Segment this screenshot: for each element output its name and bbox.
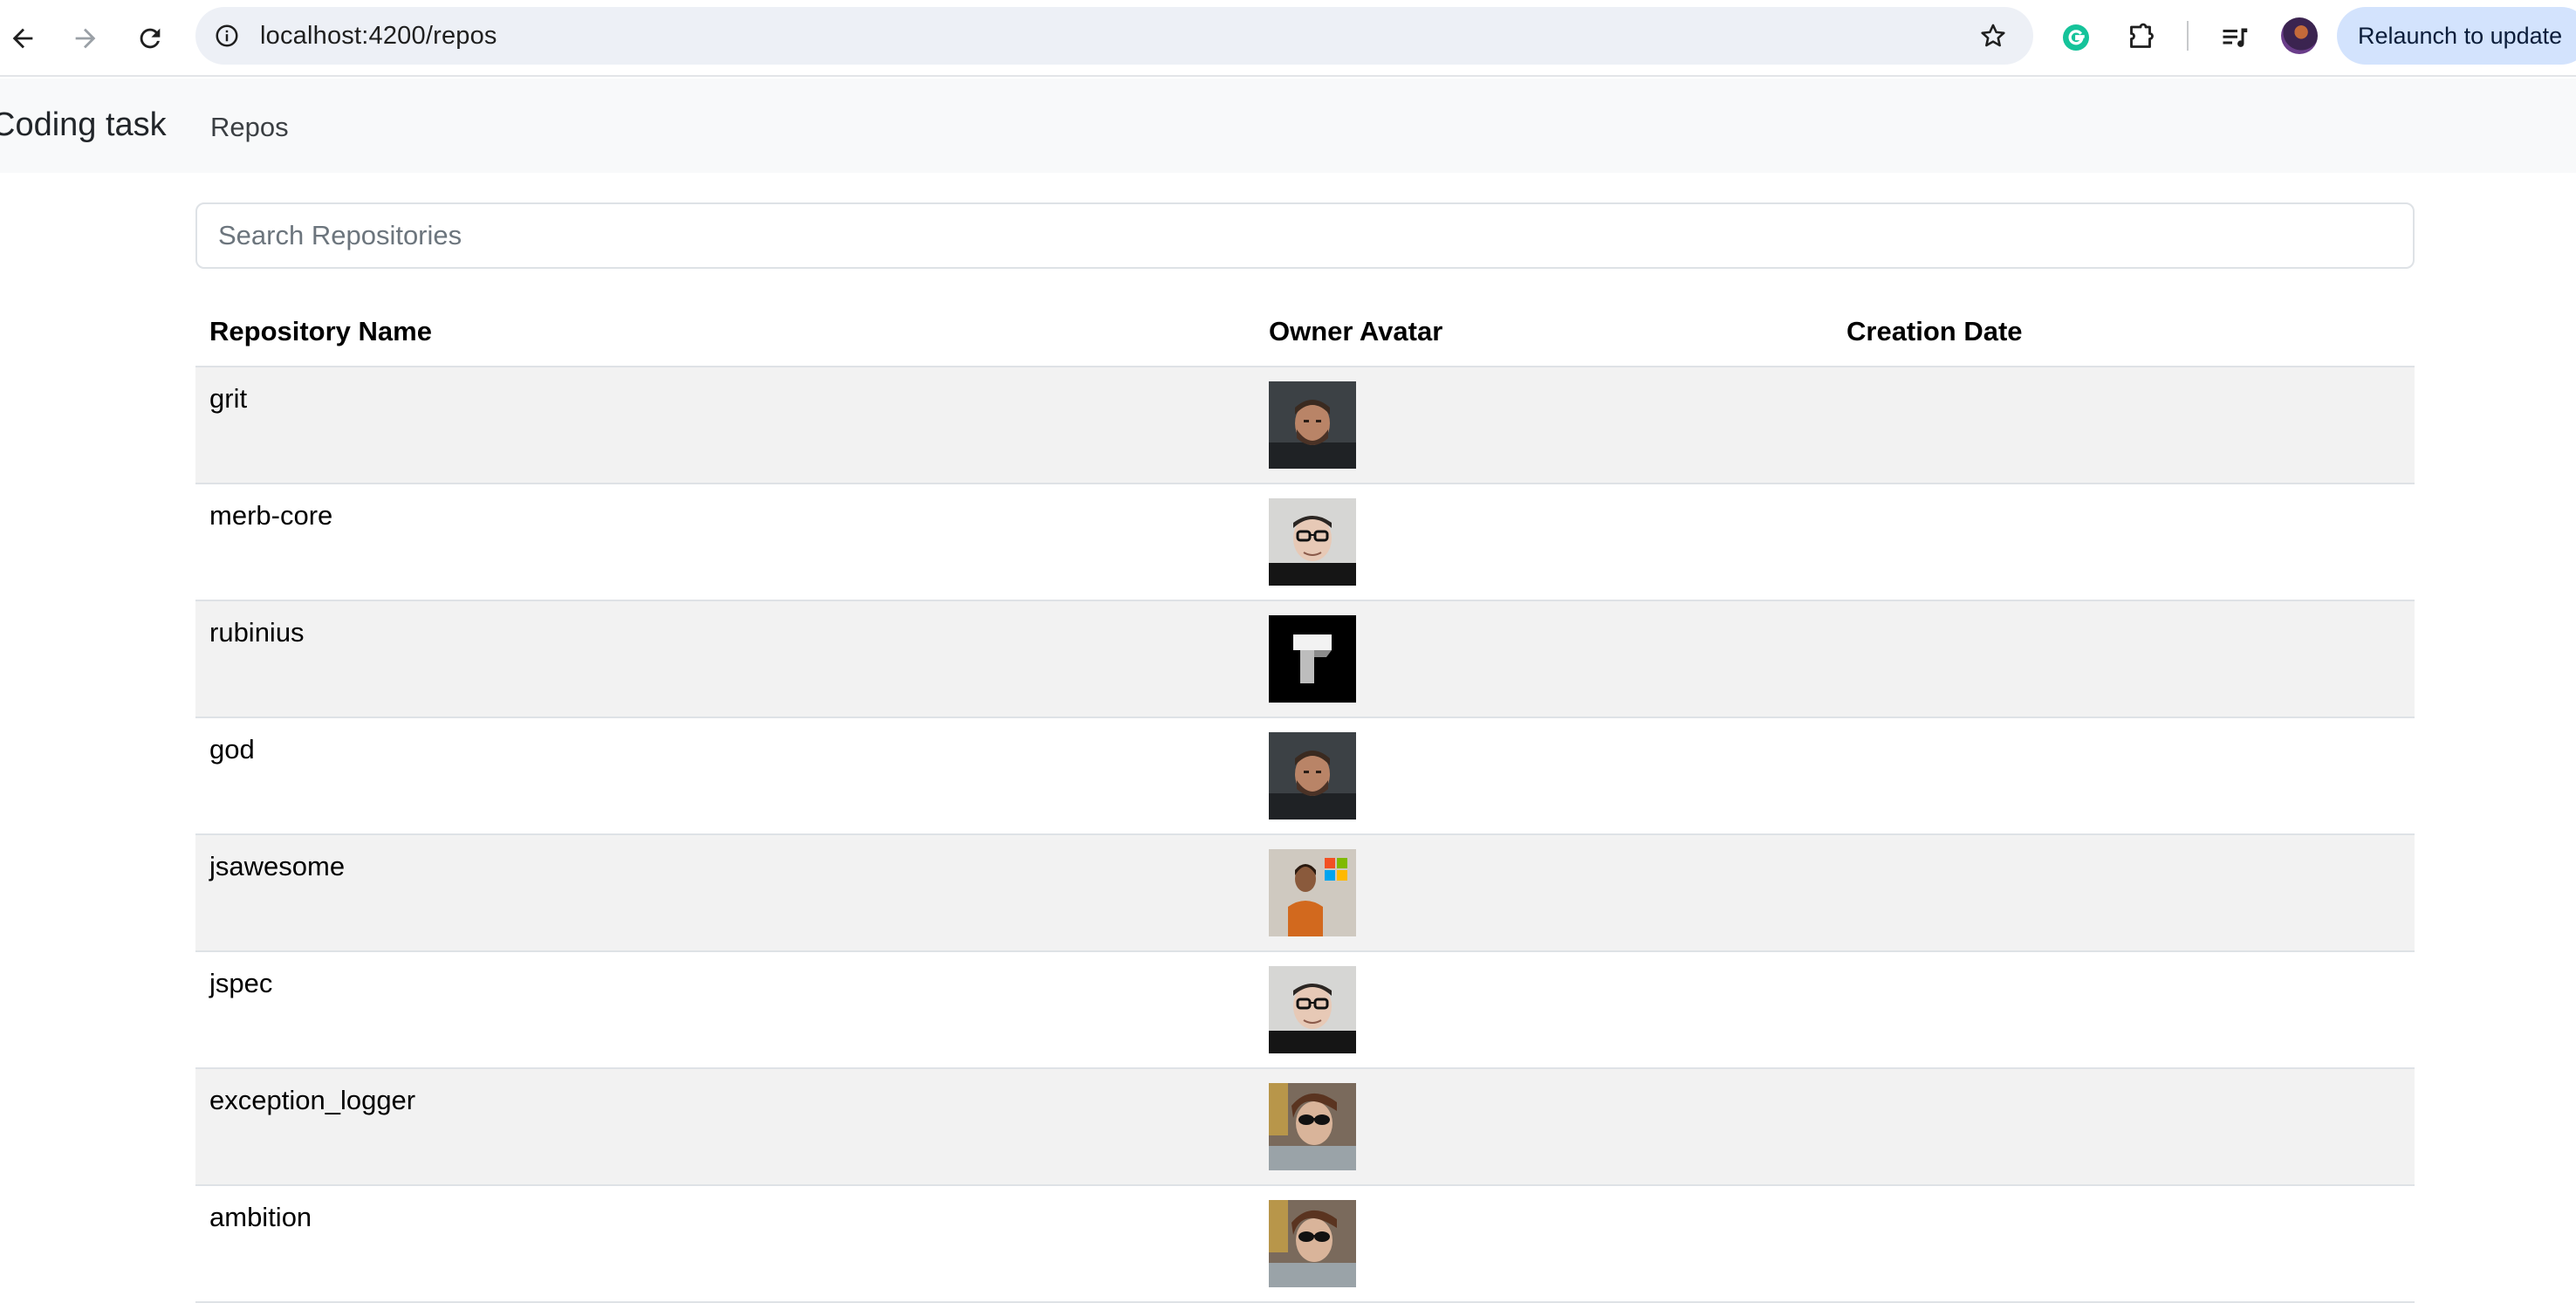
repository-name-cell: exception_logger <box>195 1068 1255 1186</box>
brand-title[interactable]: Coding task <box>0 106 167 144</box>
repository-name-cell: rubinius <box>195 600 1255 718</box>
search-input[interactable] <box>195 202 2415 269</box>
owner-avatar-cell <box>1255 483 1833 601</box>
repository-name-cell: merb-core <box>195 483 1255 601</box>
reload-button[interactable] <box>126 14 175 63</box>
forward-button[interactable] <box>61 14 110 63</box>
table-row: merb-core <box>195 483 2415 601</box>
owner-avatar-image <box>1269 498 1356 586</box>
arrow-right-icon <box>75 28 96 49</box>
header-owner-avatar: Owner Avatar <box>1255 297 1833 367</box>
bookmark-star-icon[interactable] <box>1974 17 2012 55</box>
table-row: jspec <box>195 951 2415 1069</box>
creation-date-cell <box>1833 834 2415 952</box>
header-creation-date: Creation Date <box>1833 297 2415 367</box>
owner-avatar-image <box>1269 849 1356 936</box>
creation-date-cell <box>1833 1068 2415 1186</box>
owner-avatar-image <box>1269 381 1356 469</box>
table-row: ambition <box>195 1185 2415 1303</box>
back-button[interactable] <box>0 14 47 63</box>
creation-date-cell <box>1833 717 2415 835</box>
arrow-left-icon <box>12 28 33 49</box>
browser-toolbar: localhost:4200/repos Relaunch to update <box>0 0 2576 77</box>
owner-avatar-cell <box>1255 951 1833 1069</box>
repository-name-cell: jsawesome <box>195 834 1255 952</box>
toolbar-separator <box>2187 21 2189 51</box>
repository-name-cell: ambition <box>195 1185 1255 1303</box>
owner-avatar-cell <box>1255 367 1833 484</box>
owner-avatar-cell <box>1255 834 1833 952</box>
owner-avatar-image <box>1269 732 1356 820</box>
profile-avatar[interactable] <box>2281 17 2318 54</box>
header-repository-name: Repository Name <box>195 297 1255 367</box>
app-navbar: Coding task Repos <box>0 79 2576 173</box>
address-bar[interactable]: localhost:4200/repos <box>195 7 2033 65</box>
grammarly-extension-icon[interactable] <box>2054 16 2098 59</box>
creation-date-cell <box>1833 367 2415 484</box>
owner-avatar-cell <box>1255 717 1833 835</box>
extensions-puzzle-icon[interactable] <box>2119 16 2162 59</box>
table-row: jsawesome <box>195 834 2415 952</box>
table-header-row: Repository Name Owner Avatar Creation Da… <box>195 297 2415 367</box>
creation-date-cell <box>1833 600 2415 718</box>
repositories-table: Repository Name Owner Avatar Creation Da… <box>195 297 2415 1303</box>
repository-name-cell: grit <box>195 367 1255 484</box>
owner-avatar-cell <box>1255 1185 1833 1303</box>
owner-avatar-image <box>1269 966 1356 1053</box>
reload-icon <box>140 28 161 49</box>
creation-date-cell <box>1833 951 2415 1069</box>
repository-name-cell: god <box>195 717 1255 835</box>
owner-avatar-image <box>1269 1083 1356 1170</box>
table-row: god <box>195 717 2415 835</box>
nav-link-repos[interactable]: Repos <box>210 112 289 143</box>
creation-date-cell <box>1833 1185 2415 1303</box>
media-queue-icon[interactable] <box>2213 16 2257 59</box>
owner-avatar-image <box>1269 615 1356 703</box>
table-row: rubinius <box>195 600 2415 718</box>
site-info-icon[interactable] <box>208 17 246 55</box>
repository-name-cell: jspec <box>195 951 1255 1069</box>
relaunch-button[interactable]: Relaunch to update <box>2337 7 2576 65</box>
table-row: grit <box>195 367 2415 484</box>
table-row: exception_logger <box>195 1068 2415 1186</box>
owner-avatar-cell <box>1255 1068 1833 1186</box>
url-text[interactable]: localhost:4200/repos <box>260 22 497 51</box>
creation-date-cell <box>1833 483 2415 601</box>
owner-avatar-image <box>1269 1200 1356 1287</box>
owner-avatar-cell <box>1255 600 1833 718</box>
